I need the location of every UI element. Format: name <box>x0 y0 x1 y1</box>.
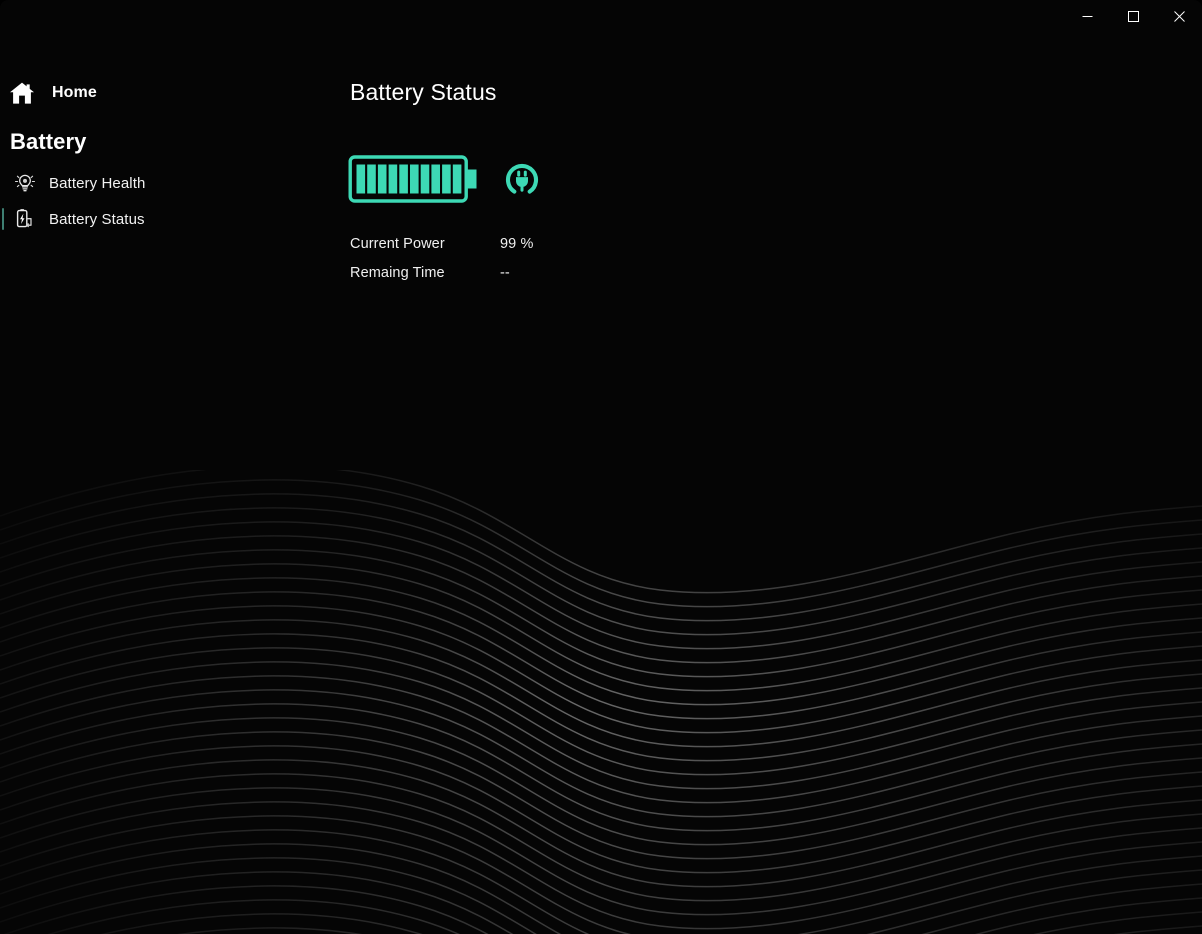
close-button[interactable] <box>1156 0 1202 33</box>
minimize-icon <box>1082 16 1092 17</box>
selection-indicator <box>2 172 4 194</box>
selection-indicator <box>2 208 4 230</box>
stat-row-remaining-time: Remaing Time -- <box>350 258 1202 287</box>
sidebar-home-label: Home <box>52 84 97 101</box>
battery-indicator-group <box>348 153 1202 207</box>
sidebar-item-home[interactable]: Home <box>0 73 340 113</box>
power-plug-icon <box>506 163 538 194</box>
maximize-icon <box>1127 11 1139 22</box>
sidebar-section-title: Battery <box>10 129 87 154</box>
stat-label: Remaing Time <box>350 264 445 281</box>
stat-label: Current Power <box>350 235 445 252</box>
title-bar <box>0 0 1202 33</box>
app-window: Home Battery Battery Health Battery Stat… <box>0 0 1202 934</box>
home-icon <box>8 79 36 107</box>
maximize-button[interactable] <box>1110 0 1156 33</box>
sidebar-item-battery-health[interactable]: Battery Health <box>0 165 340 201</box>
stat-value: 99 % <box>500 235 534 252</box>
minimize-button[interactable] <box>1064 0 1110 33</box>
stat-row-current-power: Current Power 99 % <box>350 229 1202 258</box>
lightbulb-icon <box>14 172 36 194</box>
stat-value: -- <box>500 264 510 281</box>
sidebar-item-label: Battery Status <box>49 210 145 228</box>
battery-charging-icon <box>14 208 36 230</box>
battery-full-icon <box>348 155 477 203</box>
close-icon <box>1173 11 1185 22</box>
battery-stats-list: Current Power 99 % Remaing Time -- <box>350 229 1202 287</box>
sidebar-item-battery-status[interactable]: Battery Status <box>0 201 340 237</box>
sidebar-item-label: Battery Health <box>49 174 146 192</box>
page-title: Battery Status <box>350 79 497 105</box>
main-content: Battery Status Current Power 99 % Remain… <box>340 33 1202 934</box>
navigation-sidebar: Home Battery Battery Health Battery Stat… <box>0 33 340 934</box>
